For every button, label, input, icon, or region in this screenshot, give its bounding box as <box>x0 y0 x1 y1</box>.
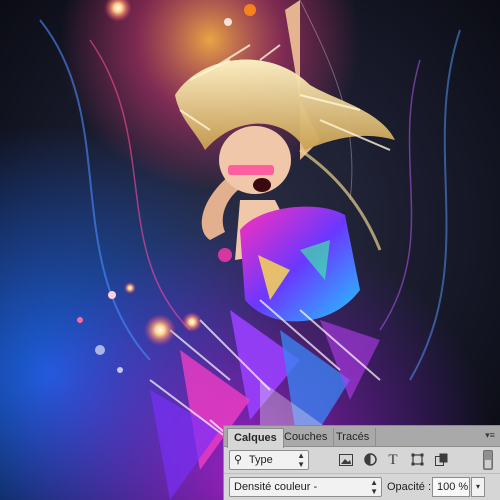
tab-traces[interactable]: Tracés <box>330 428 377 447</box>
panel-tab-bar: Calques Couches Tracés ▾≡ <box>224 426 500 448</box>
opacity-input[interactable]: 100 % <box>432 477 470 497</box>
smart-object-filter-icon[interactable] <box>433 452 449 468</box>
shape-filter-icon[interactable] <box>409 452 425 468</box>
opacity-label: Opacité : <box>387 481 432 493</box>
filter-type-dropdown[interactable]: ⚲ Type ▲ ▼ <box>229 450 309 470</box>
chevron-updown-icon: ▲ ▼ <box>370 478 378 496</box>
panel-menu-icon[interactable]: ▾≡ <box>484 430 496 440</box>
layers-panel: Calques Couches Tracés ▾≡ ⚲ Type ▲ ▼ T D… <box>223 425 500 500</box>
filter-toggle-switch[interactable] <box>483 450 493 470</box>
text-filter-icon[interactable]: T <box>385 452 401 468</box>
tab-calques[interactable]: Calques <box>227 428 284 448</box>
adjustment-filter-icon[interactable] <box>362 452 378 468</box>
filter-type-label: Type <box>248 454 273 466</box>
image-filter-icon[interactable] <box>338 452 354 468</box>
blend-mode-dropdown[interactable]: Densité couleur - ▲ ▼ <box>229 477 382 497</box>
layer-filter-row: ⚲ Type ▲ ▼ T <box>224 447 500 474</box>
chevron-updown-icon: ▲ ▼ <box>297 451 305 469</box>
blend-mode-value: Densité couleur - <box>234 481 318 493</box>
opacity-slider-button[interactable]: ▾ <box>471 477 485 497</box>
search-icon: ⚲ <box>234 454 243 466</box>
tab-couches[interactable]: Couches <box>278 428 335 447</box>
blend-opacity-row: Densité couleur - ▲ ▼ Opacité : 100 % ▾ <box>224 474 500 500</box>
